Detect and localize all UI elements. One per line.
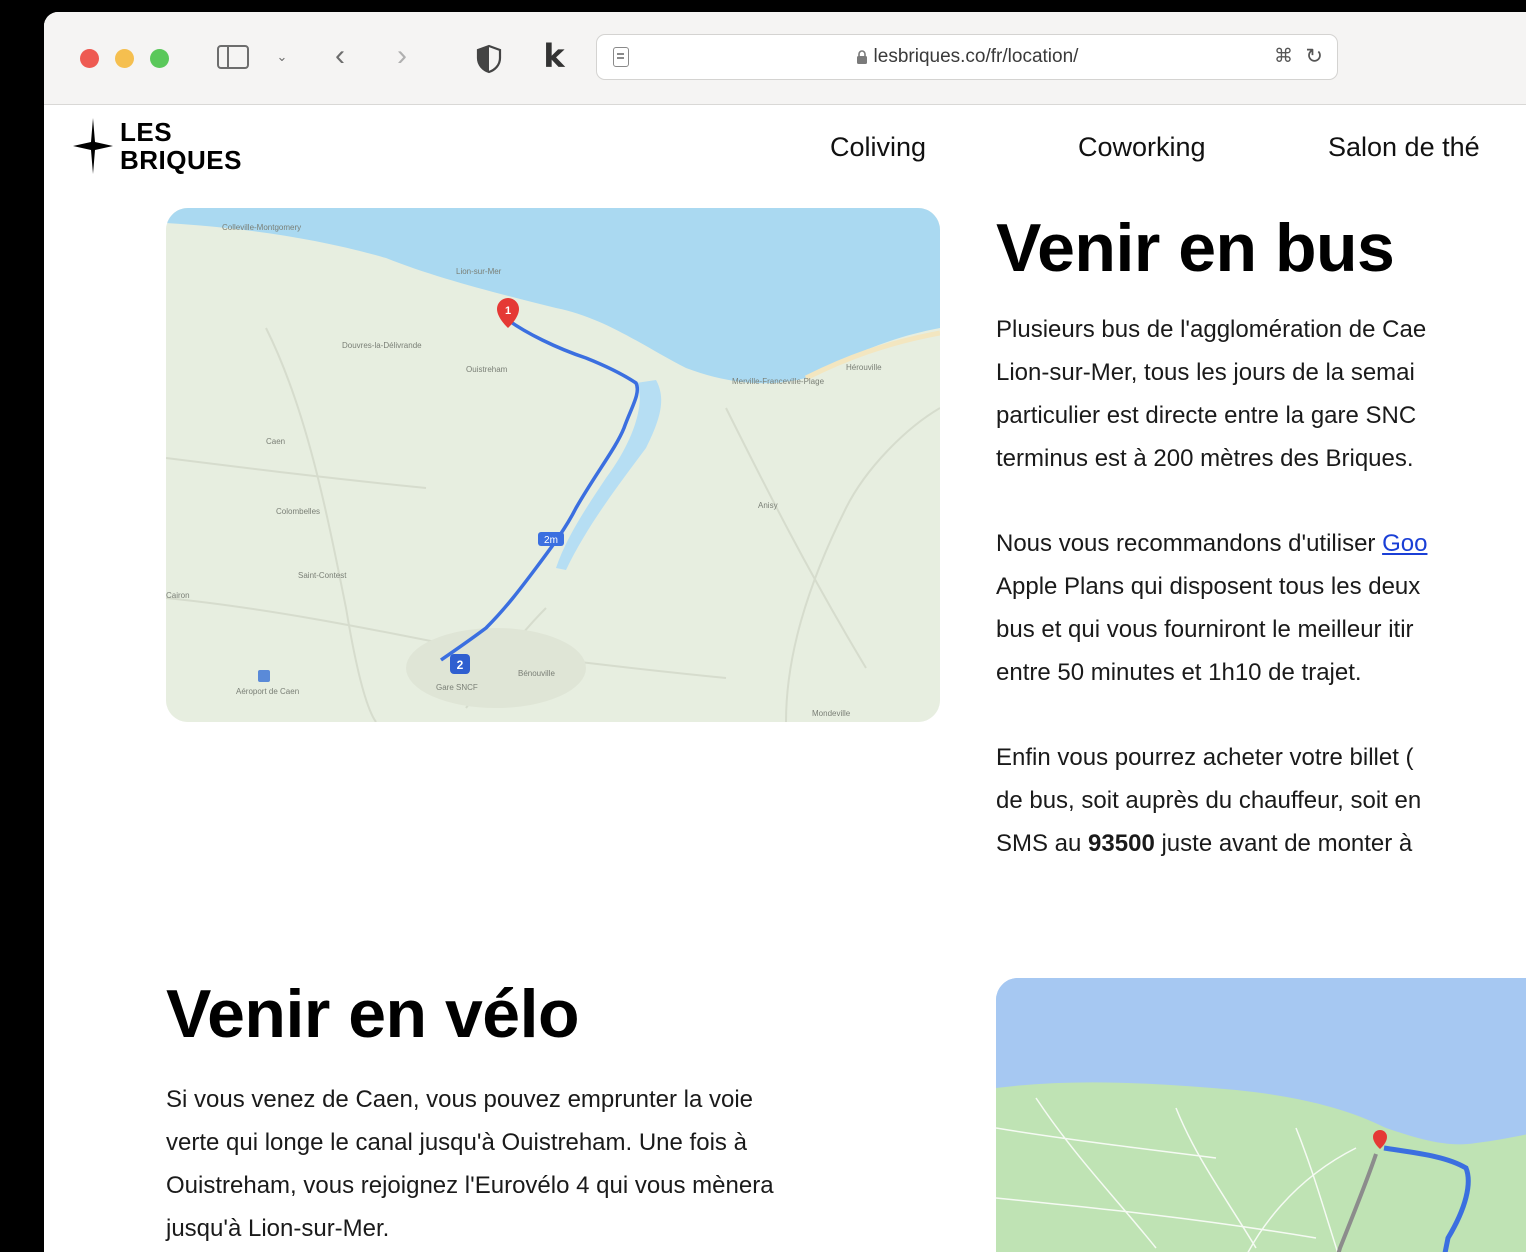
bus-section-title: Venir en bus (996, 210, 1395, 286)
map-label-caen: Caen (266, 437, 285, 446)
map-label-colombelles: Colombelles (276, 507, 320, 516)
map-label-colleville: Colleville-Montgomery (222, 223, 301, 232)
map-label-douvres: Douvres-la-Délivrande (342, 341, 422, 350)
address-bar[interactable]: lesbriques.co/fr/location/ ⌘ ↻ (596, 34, 1338, 80)
map-label-gare: Gare SNCF (436, 683, 478, 692)
back-button[interactable]: ‹ (328, 39, 352, 72)
sidebar-toggle-icon[interactable] (216, 44, 250, 70)
logo-star-icon (73, 118, 113, 174)
map-marker-end-label: 2 (457, 658, 464, 672)
velo-section-title: Venir en vélo (166, 976, 580, 1052)
map-line-badge: 2m (544, 535, 558, 546)
google-maps-link[interactable]: Goo (1382, 530, 1427, 557)
chevron-down-icon[interactable]: ⌄ (274, 46, 290, 68)
nav-salon-de-the[interactable]: Salon de thé (1328, 132, 1480, 163)
translate-icon[interactable]: ⌘ (1274, 45, 1293, 68)
map-label-cairon: Cairon (166, 591, 190, 600)
map-label-saint-contest: Saint-Contest (298, 571, 347, 580)
bus-paragraph-3: Enfin vous pourrez acheter votre billet … (996, 744, 1422, 857)
map-label-mondeville: Mondeville (812, 709, 851, 718)
map-label-anisy: Anisy (758, 501, 778, 510)
close-window-button[interactable] (80, 49, 99, 68)
privacy-shield-icon[interactable] (474, 44, 504, 74)
minimize-window-button[interactable] (115, 49, 134, 68)
bus-paragraph-2: Nous vous recommandons d'utiliser Goo Ap… (996, 530, 1428, 686)
map-marker-start-label: 1 (505, 305, 511, 317)
browser-toolbar: ⌄ ‹ › k lesbriques.co/fr/location/ ⌘ ↻ (44, 12, 1526, 105)
nav-coworking[interactable]: Coworking (1078, 132, 1206, 163)
logo-line-1: LES (120, 117, 173, 147)
logo-line-2: BRIQUES (120, 145, 242, 175)
nav-coliving[interactable]: Coliving (830, 132, 926, 163)
bus-route-map[interactable]: 2m 1 2 Colleville-Montgomery Lion-sur-Me… (166, 208, 940, 722)
velo-route-map[interactable] (996, 978, 1526, 1252)
url-text: lesbriques.co/fr/location/ (873, 46, 1079, 67)
site-logo[interactable]: LES BRIQUES (72, 116, 242, 176)
forward-button[interactable]: › (390, 39, 414, 72)
bus-paragraph-1: Plusieurs bus de l'agglomération de Cae … (996, 316, 1427, 472)
extension-k-icon[interactable]: k (540, 37, 568, 75)
map-label-herouville: Hérouville (846, 363, 882, 372)
map-label-ouistreham: Ouistreham (466, 365, 508, 374)
map-marker-end[interactable]: 2 (450, 654, 470, 674)
lock-icon (856, 50, 867, 64)
zoom-window-button[interactable] (150, 49, 169, 68)
map-label-merville: Merville-Franceville-Plage (732, 377, 825, 386)
browser-window: ⌄ ‹ › k lesbriques.co/fr/location/ ⌘ ↻ L… (44, 12, 1526, 1252)
sms-number: 93500 (1088, 830, 1155, 857)
map-label-airport: Aéroport de Caen (236, 687, 299, 696)
map-label-benouville: Bénouville (518, 669, 555, 678)
map-label-lion: Lion-sur-Mer (456, 267, 502, 276)
velo-paragraph: Si vous venez de Caen, vous pouvez empru… (166, 1086, 774, 1242)
reload-icon[interactable]: ↻ (1305, 44, 1323, 69)
